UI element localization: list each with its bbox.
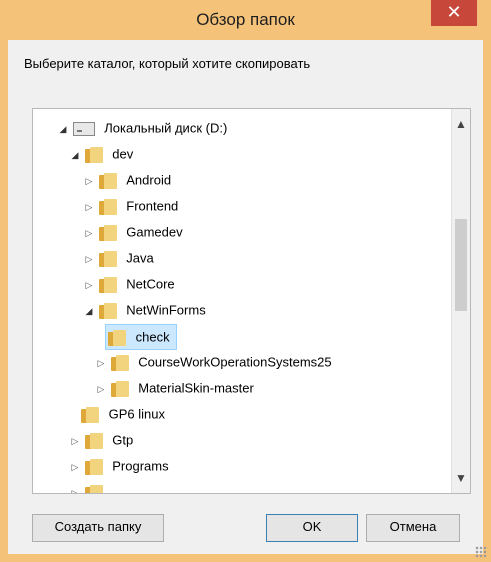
tree-item-label: Gtp [112,432,134,448]
tree-item-label: Android [126,172,172,188]
tree-item-netcore[interactable]: ▷ NetCore [83,272,175,296]
expand-arrow-icon[interactable]: ▷ [69,481,81,493]
vertical-scrollbar[interactable]: ▲ ▼ [451,109,470,493]
folder-icon [98,224,117,241]
folder-icon [110,354,129,371]
tree-item-label: dev [112,146,134,162]
tree-item-label: check [135,329,170,345]
tree-item-gtp[interactable]: ▷ Gtp [69,428,133,452]
collapse-arrow-icon[interactable]: ◢ [57,117,69,141]
tree-item-label: Java [126,250,154,266]
tree-item-frontend[interactable]: ▷ Frontend [83,194,178,218]
close-icon: ✕ [446,2,462,22]
scrollbar-thumb[interactable] [455,219,467,311]
title-bar: Обзор папок ✕ [0,0,491,40]
tree-item-label: MaterialSkin-master [138,380,254,396]
tree-item-dev[interactable]: ◢ dev [69,142,133,166]
folder-icon [84,484,103,493]
tree-item-label: Локальный диск (D:) [104,120,228,136]
collapse-arrow-icon[interactable]: ◢ [83,299,95,323]
tree-item-label: NetCore [126,276,175,292]
dialog-title: Обзор папок [196,10,295,29]
tree-item-label: GP6 linux [108,406,165,422]
tree-item-partial[interactable]: ▷ [69,480,109,493]
folder-icon [81,406,99,423]
close-button[interactable]: ✕ [431,0,477,26]
expand-arrow-icon[interactable]: ▷ [69,429,81,453]
folder-icon [98,198,117,215]
tree-item-label: Gamedev [126,224,183,240]
resize-grip-icon[interactable] [475,546,487,558]
tree-item-gp6-linux[interactable]: GP6 linux [81,402,165,426]
expand-arrow-icon[interactable]: ▷ [83,273,95,297]
folder-icon [84,146,103,163]
folder-icon [84,432,103,449]
folder-tree[interactable]: ◢ Локальный диск (D:) ◢ dev ▷ Android ▷ … [32,108,471,494]
folder-icon [98,276,117,293]
cancel-button[interactable]: Отмена [366,514,460,542]
tree-item-label: Programs [112,458,169,474]
tree-item-netwinforms[interactable]: ◢ NetWinForms [83,298,206,322]
expand-arrow-icon[interactable]: ▷ [95,351,107,375]
new-folder-button[interactable]: Создать папку [32,514,164,542]
tree-item-label: Frontend [126,198,179,214]
expand-arrow-icon[interactable]: ▷ [83,247,95,271]
expand-arrow-icon[interactable]: ▷ [83,195,95,219]
tree-item-materialskin-master[interactable]: ▷ MaterialSkin-master [95,376,254,400]
scroll-down-icon[interactable]: ▼ [452,469,470,487]
folder-icon [98,250,117,267]
tree-item-label: CourseWorkOperationSystems25 [138,354,332,370]
expand-arrow-icon[interactable]: ▷ [83,169,95,193]
tree-item-java[interactable]: ▷ Java [83,246,154,270]
folder-icon [110,380,129,397]
tree-item-android[interactable]: ▷ Android [83,168,171,192]
tree-item-programs[interactable]: ▷ Programs [69,454,169,478]
ok-button[interactable]: OK [266,514,358,542]
folder-icon [84,458,103,475]
tree-item-courseworkoperationsystems25[interactable]: ▷ CourseWorkOperationSystems25 [95,350,332,374]
drive-icon [72,121,95,136]
tree-item-label: NetWinForms [126,302,206,318]
collapse-arrow-icon[interactable]: ◢ [69,143,81,167]
expand-arrow-icon[interactable]: ▷ [69,455,81,479]
scroll-up-icon[interactable]: ▲ [452,115,470,133]
tree-item-check[interactable]: check [105,324,177,350]
tree-item-gamedev[interactable]: ▷ Gamedev [83,220,183,244]
folder-icon [98,302,117,319]
tree-item-drive-d[interactable]: ◢ Локальный диск (D:) [57,116,227,140]
folder-icon [108,329,126,346]
folder-icon [98,172,117,189]
expand-arrow-icon[interactable]: ▷ [83,221,95,245]
expand-arrow-icon[interactable]: ▷ [95,377,107,401]
dialog-description: Выберите каталог, который хотите скопиро… [24,56,311,71]
